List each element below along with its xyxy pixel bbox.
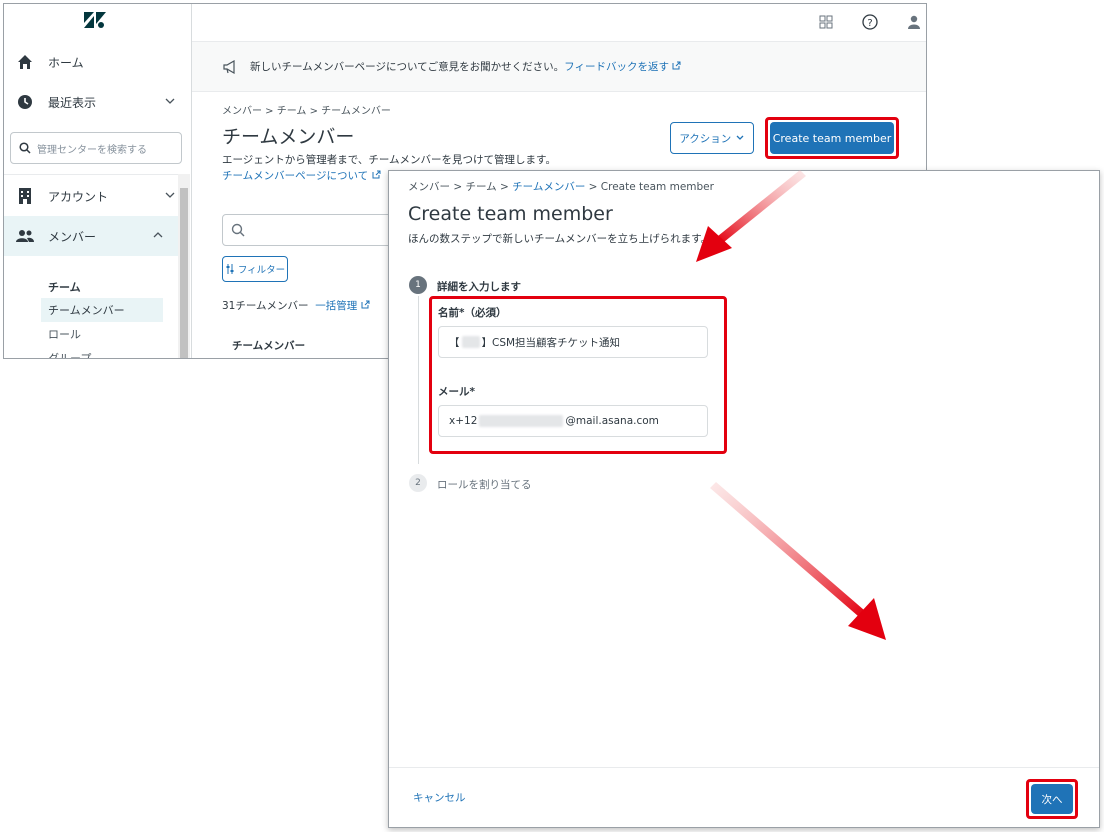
external-link-icon (361, 300, 370, 309)
feedback-banner: 新しいチームメンバーページについてご意見をお聞かせください。 フィードバックを返… (192, 42, 926, 92)
sidebar-subitem-groups[interactable]: グループ (41, 346, 163, 358)
dialog-footer: キャンセル 次へ (389, 767, 1099, 827)
page-description: エージェントから管理者まで、チームメンバーを見つけて管理します。 (222, 154, 557, 166)
external-link-icon (372, 170, 381, 179)
create-team-member-panel: メンバー > チーム > チームメンバー > Create team membe… (388, 170, 1100, 828)
cancel-button[interactable]: キャンセル (413, 790, 466, 805)
step-1-label: 詳細を入力します (437, 281, 521, 293)
actions-label: アクション (679, 132, 732, 145)
member-count-line: 31チームメンバー 一括管理 (222, 298, 370, 313)
help-icon[interactable]: ? (862, 14, 878, 30)
highlight-box (429, 296, 727, 454)
people-icon (16, 227, 34, 245)
external-link-icon (672, 61, 681, 70)
dialog-title: Create team member (408, 203, 613, 225)
user-profile-icon[interactable] (906, 14, 922, 30)
building-icon (16, 187, 34, 205)
stepper-line (418, 296, 419, 464)
highlight-box (1026, 779, 1078, 819)
feedback-link-label: フィードバックを返す (564, 61, 669, 73)
megaphone-icon (223, 59, 235, 74)
sidebar: ホーム 最近表示 管理センターを検索する アカウント メンバー チーム チームメ… (4, 4, 192, 358)
feedback-link[interactable]: フィードバックを返す (564, 59, 693, 74)
divider (4, 174, 178, 175)
sidebar-item-recent[interactable]: 最近表示 (4, 82, 190, 122)
step-2-badge: 2 (409, 474, 427, 492)
admin-search-input[interactable]: 管理センターを検索する (10, 132, 182, 164)
breadcrumb-current: > Create team member (585, 181, 714, 193)
step-2-label: ロールを割り当てる (437, 479, 532, 491)
home-icon (16, 53, 34, 71)
sidebar-item-account[interactable]: アカウント (4, 176, 190, 216)
member-count: 31チームメンバー (222, 300, 309, 312)
filter-label: フィルター (237, 265, 286, 276)
bulk-manage-link[interactable]: 一括管理 (315, 300, 370, 312)
search-icon (231, 223, 245, 237)
column-header-team-member[interactable]: チームメンバー (232, 338, 305, 353)
sidebar-item-label: アカウント (48, 189, 109, 204)
sidebar-item-label: ホーム (48, 55, 84, 70)
chevron-down-icon (165, 192, 175, 198)
sidebar-item-label: メンバー (48, 229, 97, 244)
page-title: チームメンバー (222, 126, 355, 148)
chevron-down-icon (736, 135, 744, 140)
search-icon (19, 142, 31, 154)
chevron-down-icon (165, 98, 175, 104)
filter-button[interactable]: フィルター (222, 256, 288, 282)
scrollbar-thumb[interactable] (180, 188, 188, 358)
bulk-manage-label: 一括管理 (315, 300, 358, 312)
sidebar-item-label: 最近表示 (48, 95, 97, 110)
sidebar-subitem-roles[interactable]: ロール (41, 322, 163, 346)
highlight-box (765, 117, 899, 159)
chevron-up-icon (153, 232, 163, 238)
actions-dropdown-button[interactable]: アクション (670, 122, 754, 154)
member-search-input[interactable] (222, 214, 402, 246)
breadcrumb-link-team-members[interactable]: チームメンバー (512, 181, 585, 193)
sidebar-subitem-team-members[interactable]: チームメンバー (41, 298, 163, 322)
sidebar-subheading-team: チーム (48, 281, 81, 294)
zendesk-logo-icon[interactable] (84, 12, 106, 28)
dialog-subtitle: ほんの数ステップで新しいチームメンバーを立ち上げられます。 (408, 233, 712, 245)
sidebar-scrollbar[interactable] (178, 174, 190, 358)
sidebar-item-home[interactable]: ホーム (4, 42, 190, 82)
dialog-breadcrumb: メンバー > チーム > チームメンバー > Create team membe… (408, 179, 714, 194)
about-page-link[interactable]: チームメンバーページについて (222, 168, 381, 183)
svg-text:?: ? (867, 18, 872, 29)
breadcrumb: メンバー > チーム > チームメンバー (222, 106, 391, 117)
clock-icon (16, 93, 34, 111)
about-link-label: チームメンバーページについて (222, 170, 369, 182)
apps-grid-icon[interactable] (818, 14, 834, 30)
step-1-badge: 1 (409, 276, 427, 294)
top-bar: ? (192, 4, 926, 42)
sidebar-item-members[interactable]: メンバー (4, 216, 178, 256)
banner-text: 新しいチームメンバーページについてご意見をお聞かせください。 (250, 61, 565, 73)
filter-icon (226, 264, 234, 274)
breadcrumb-text: メンバー > チーム > (408, 181, 513, 193)
search-placeholder: 管理センターを検索する (37, 144, 147, 156)
